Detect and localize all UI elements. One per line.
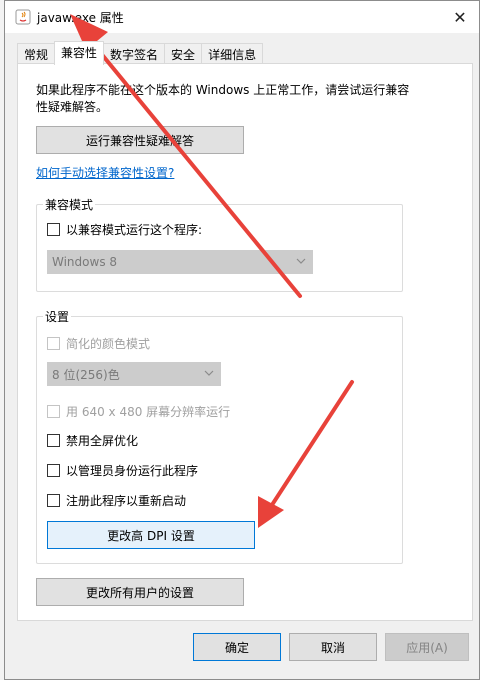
os-version-select[interactable]: Windows 8 [47, 250, 313, 274]
run-as-admin-checkbox[interactable] [47, 464, 60, 477]
tab-compatibility[interactable]: 兼容性 [54, 41, 105, 65]
close-button[interactable]: ✕ [447, 5, 473, 29]
tab-security[interactable]: 安全 [164, 43, 203, 64]
fullscreen-opt-label: 禁用全屏优化 [66, 434, 139, 448]
fullscreen-opt-row[interactable]: 禁用全屏优化 [47, 432, 138, 449]
run-as-admin-row[interactable]: 以管理员身份运行此程序 [47, 462, 198, 479]
chevron-down-icon [204, 370, 214, 376]
compatibility-panel: 如果此程序不能在这个版本的 Windows 上正常工作，请尝试运行兼容性疑难解答… [17, 63, 473, 621]
title-bar: javaw.exe 属性 ✕ [5, 1, 479, 33]
settings-title: 设置 [43, 308, 72, 325]
close-icon: ✕ [453, 7, 467, 27]
manual-settings-link[interactable]: 如何手动选择兼容性设置? [36, 164, 174, 181]
properties-dialog: javaw.exe 属性 ✕ 常规 兼容性 数字签名 安全 详细信息 如果此程序… [4, 0, 480, 680]
register-restart-checkbox[interactable] [47, 494, 60, 507]
window-title: javaw.exe 属性 [37, 11, 124, 25]
run-troubleshooter-button[interactable]: 运行兼容性疑难解答 [36, 126, 244, 154]
apply-button[interactable]: 应用(A) [385, 633, 469, 661]
reduced-color-checkbox[interactable] [47, 337, 60, 350]
register-restart-label: 注册此程序以重新启动 [66, 494, 187, 508]
java-app-icon [15, 9, 31, 25]
compat-mode-group: 兼容模式 以兼容模式运行这个程序: Windows 8 [36, 196, 403, 292]
ok-button[interactable]: 确定 [193, 633, 281, 661]
run-as-admin-label: 以管理员身份运行此程序 [66, 464, 199, 478]
chevron-down-icon [296, 258, 306, 264]
reduced-color-row[interactable]: 简化的颜色模式 [47, 335, 150, 352]
register-restart-row[interactable]: 注册此程序以重新启动 [47, 492, 186, 509]
resolution-row[interactable]: 用 640 x 480 屏幕分辨率运行 [47, 403, 230, 420]
color-depth-select[interactable]: 8 位(256)色 [47, 362, 221, 386]
reduced-color-label: 简化的颜色模式 [66, 337, 151, 351]
tab-details[interactable]: 详细信息 [201, 43, 264, 64]
change-all-users-button[interactable]: 更改所有用户的设置 [36, 578, 244, 606]
compat-mode-checkbox-row[interactable]: 以兼容模式运行这个程序: [47, 221, 202, 238]
compat-mode-title: 兼容模式 [43, 196, 96, 213]
os-version-value: Windows 8 [52, 255, 118, 269]
compat-mode-checkbox[interactable] [47, 223, 60, 236]
tab-strip: 常规 兼容性 数字签名 安全 详细信息 [17, 41, 264, 65]
compat-mode-label: 以兼容模式运行这个程序: [66, 223, 203, 237]
fullscreen-opt-checkbox[interactable] [47, 434, 60, 447]
tab-general[interactable]: 常规 [17, 43, 56, 64]
intro-text: 如果此程序不能在这个版本的 Windows 上正常工作，请尝试运行兼容性疑难解答… [36, 83, 410, 114]
settings-group: 设置 简化的颜色模式 8 位(256)色 用 640 x 480 屏幕分辨率运行… [36, 308, 403, 564]
resolution-checkbox[interactable] [47, 405, 60, 418]
color-depth-value: 8 位(256)色 [52, 367, 120, 382]
cancel-button[interactable]: 取消 [289, 633, 377, 661]
change-dpi-button[interactable]: 更改高 DPI 设置 [47, 521, 255, 549]
tab-digital-signatures[interactable]: 数字签名 [103, 43, 166, 64]
resolution-label: 用 640 x 480 屏幕分辨率运行 [66, 405, 231, 419]
